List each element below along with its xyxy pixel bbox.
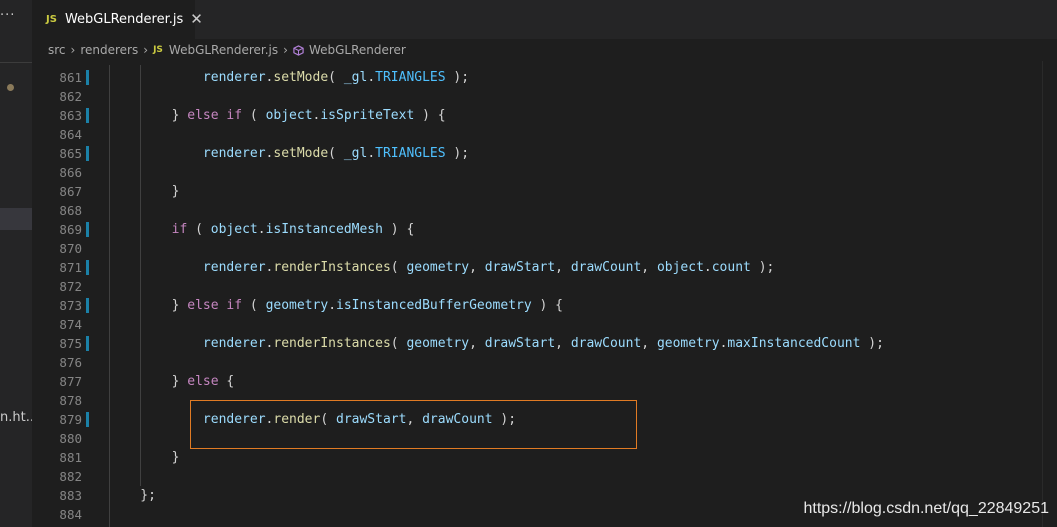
git-modified-marker [86, 146, 89, 161]
code-line[interactable]: 881 } [32, 448, 1057, 467]
line-number: 873 [59, 298, 82, 313]
breadcrumb-item-file[interactable]: WebGLRenderer.js [169, 43, 278, 57]
code-text: }; [109, 488, 156, 503]
code-line[interactable]: 863 } else if ( object.isSpriteText ) { [32, 106, 1057, 125]
git-modified-marker [86, 412, 89, 427]
code-text: if ( object.isInstancedMesh ) { [171, 222, 415, 237]
code-line[interactable]: 868 [32, 201, 1057, 220]
code-text: } [109, 450, 180, 465]
code-line[interactable]: 872 [32, 277, 1057, 296]
watermark: https://blog.csdn.net/qq_22849251 [803, 500, 1049, 517]
close-icon[interactable]: ✕ [190, 12, 203, 27]
sidebar-selected-item[interactable] [0, 208, 32, 230]
git-modified-marker [86, 298, 89, 313]
code-line[interactable]: 875 renderer.renderInstances( geometry, … [32, 334, 1057, 353]
code-line[interactable]: 873 } else if ( geometry.isInstancedBuff… [32, 296, 1057, 315]
code-line[interactable]: 866 [32, 163, 1057, 182]
code-text: renderer.setMode( _gl.TRIANGLES ); [202, 146, 470, 161]
explorer-sidebar: ··· n.ht... [0, 0, 32, 527]
line-number: 863 [59, 108, 82, 123]
tab-webglrenderer[interactable]: JS WebGLRenderer.js ✕ [32, 0, 203, 39]
code-line[interactable]: 864 [32, 125, 1057, 144]
line-number: 884 [59, 507, 82, 522]
line-number: 866 [59, 165, 82, 180]
line-number: 878 [59, 393, 82, 408]
line-number: 861 [59, 70, 82, 85]
code-line[interactable]: 876 [32, 353, 1057, 372]
code-text: renderer.renderInstances( geometry, draw… [202, 260, 775, 275]
code-line[interactable]: 861 renderer.setMode( _gl.TRIANGLES ); [32, 68, 1057, 87]
code-line[interactable]: 882 [32, 467, 1057, 486]
breadcrumb-item-symbol[interactable]: WebGLRenderer [309, 43, 406, 57]
more-actions-icon[interactable]: ··· [0, 8, 15, 23]
line-number: 870 [59, 241, 82, 256]
chevron-right-icon: › [283, 43, 288, 57]
code-line[interactable]: 871 renderer.renderInstances( geometry, … [32, 258, 1057, 277]
code-text: renderer.renderInstances( geometry, draw… [202, 336, 884, 351]
git-modified-marker [86, 260, 89, 275]
git-modified-marker [86, 336, 89, 351]
code-line[interactable]: 867 } [32, 182, 1057, 201]
code-line[interactable]: 862 [32, 87, 1057, 106]
code-line[interactable]: 870 [32, 239, 1057, 258]
chevron-right-icon: › [70, 43, 76, 57]
code-line[interactable]: 869 if ( object.isInstancedMesh ) { [32, 220, 1057, 239]
breadcrumb-item-renderers[interactable]: renderers [80, 43, 138, 57]
code-text: } [109, 184, 180, 199]
git-modified-marker [86, 222, 89, 237]
line-number: 876 [59, 355, 82, 370]
code-line[interactable]: 874 [32, 315, 1057, 334]
breadcrumb: src › renderers › JS WebGLRenderer.js › … [32, 39, 1057, 61]
tab-label: WebGLRenderer.js [64, 12, 184, 27]
line-number: 875 [59, 336, 82, 351]
code-editor[interactable]: 861 renderer.setMode( _gl.TRIANGLES ); 86… [32, 61, 1057, 527]
line-number: 883 [59, 488, 82, 503]
line-number: 882 [59, 469, 82, 484]
git-modified-marker [86, 70, 89, 85]
unsaved-dot-icon [7, 84, 14, 91]
editor-tab-bar: JS WebGLRenderer.js ✕ [32, 0, 1057, 39]
code-text: } else if ( geometry.isInstancedBufferGe… [109, 298, 563, 313]
line-number: 862 [59, 89, 82, 104]
javascript-file-icon: JS [153, 45, 163, 55]
line-number: 869 [59, 222, 82, 237]
javascript-file-icon: JS [46, 14, 57, 25]
highlight-box [190, 400, 637, 449]
line-number: 879 [59, 412, 82, 427]
code-text: renderer.setMode( _gl.TRIANGLES ); [202, 70, 470, 85]
breadcrumb-item-src[interactable]: src [48, 43, 66, 57]
sidebar-file-item[interactable]: n.ht... [0, 410, 32, 425]
code-line[interactable]: 865 renderer.setMode( _gl.TRIANGLES ); [32, 144, 1057, 163]
line-number: 877 [59, 374, 82, 389]
line-number: 874 [59, 317, 82, 332]
line-number: 868 [59, 203, 82, 218]
code-line[interactable]: 877 } else { [32, 372, 1057, 391]
line-number: 881 [59, 450, 82, 465]
git-modified-marker [86, 108, 89, 123]
code-text: } else if ( object.isSpriteText ) { [109, 108, 446, 123]
line-number: 872 [59, 279, 82, 294]
class-icon [293, 44, 304, 56]
line-number: 865 [59, 146, 82, 161]
line-number: 864 [59, 127, 82, 142]
line-number: 867 [59, 184, 82, 199]
line-number: 880 [59, 431, 82, 446]
vertical-scrollbar[interactable] [1042, 61, 1057, 527]
code-text: } else { [109, 374, 235, 389]
line-number: 871 [59, 260, 82, 275]
sidebar-divider [0, 62, 32, 63]
chevron-right-icon: › [143, 43, 149, 57]
